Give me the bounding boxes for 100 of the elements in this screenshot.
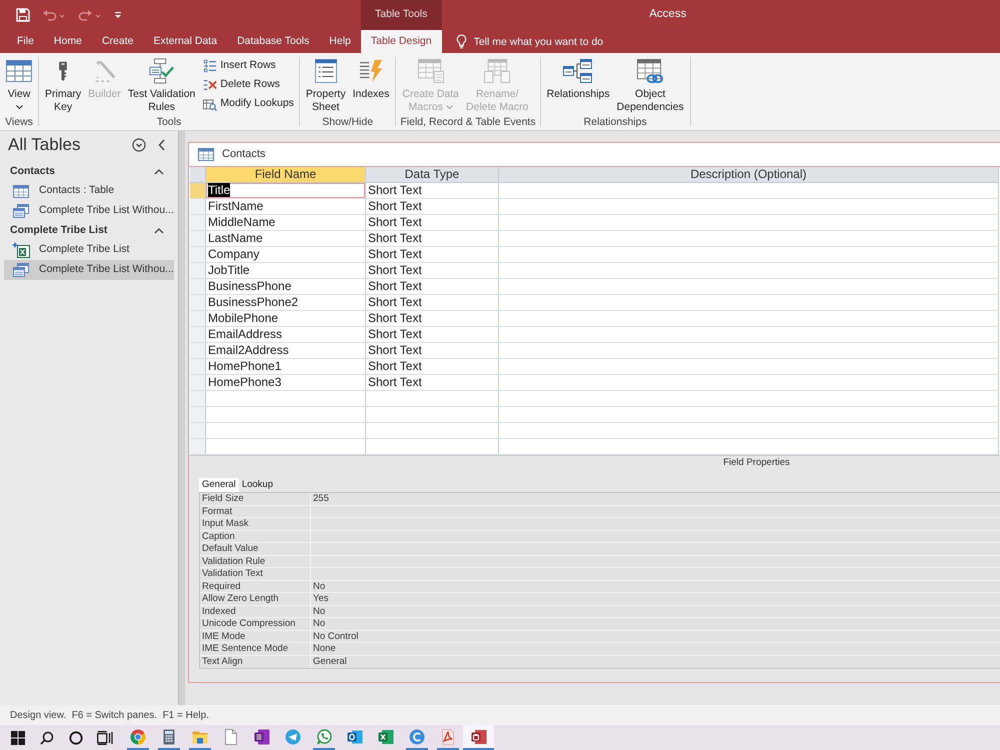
nav-item[interactable]: Complete Tribe List (4, 240, 174, 260)
row-selector[interactable] (190, 327, 206, 342)
property-field[interactable]: General (311, 656, 1000, 668)
row-selector[interactable] (190, 407, 206, 422)
row-selector[interactable] (190, 183, 206, 198)
nav-item[interactable]: Contacts : Table (4, 181, 174, 201)
row-selector[interactable] (190, 311, 206, 326)
nav-title: All Tables (8, 134, 80, 156)
taskbar-button[interactable] (463, 725, 494, 750)
row-selector[interactable] (190, 263, 206, 278)
property-field[interactable]: No Control (311, 630, 1000, 642)
table-cell: Short Text (366, 215, 499, 230)
task-view-icon[interactable] (96, 730, 112, 744)
nav-group-header[interactable]: Complete Tribe List (0, 221, 178, 240)
table-cell: Title (206, 183, 366, 198)
start-icon[interactable] (10, 730, 24, 744)
table-cell: Short Text (366, 343, 499, 358)
linked-spreadsheet-icon (12, 242, 30, 258)
nav-item[interactable]: Complete Tribe List Withou... (4, 260, 174, 280)
dropdown-caret-icon[interactable] (114, 11, 122, 19)
save-icon[interactable] (16, 8, 30, 22)
ring-icon[interactable] (68, 730, 82, 744)
ribbon-tab[interactable]: External Data (143, 30, 228, 53)
mail-icon (346, 728, 362, 744)
row-selector[interactable] (190, 231, 206, 246)
ribbon-button[interactable]: Indexes (350, 56, 392, 114)
pane-splitter[interactable] (178, 131, 185, 705)
table-cell: EmailAddress (206, 327, 366, 342)
ribbon-button[interactable]: Object Dependencies (614, 56, 687, 114)
property-field[interactable]: None (311, 643, 1000, 654)
ribbon-tab[interactable]: Table Design (360, 30, 442, 53)
row-selector[interactable] (190, 199, 206, 214)
table-icon (13, 184, 29, 198)
property-field[interactable]: 255 (311, 493, 1000, 504)
delete-rows-icon (203, 78, 218, 92)
table-cell: Email2Address (206, 343, 366, 358)
pdf-document-icon (440, 728, 456, 744)
property-name: Validation Rule (200, 556, 311, 567)
column-header: Data Type (366, 167, 499, 182)
property-field[interactable]: Yes (311, 593, 1000, 604)
tell-me-field[interactable]: Tell me what you want to do (474, 32, 694, 50)
column-header: Field Name (206, 167, 366, 182)
property-name: Validation Text (200, 568, 311, 580)
ribbon-button[interactable]: Modify Lookups (201, 94, 296, 113)
row-selector[interactable] (190, 279, 206, 294)
row-selector[interactable] (190, 295, 206, 310)
ribbon-button[interactable]: Insert Rows (201, 56, 296, 75)
nav-group-header[interactable]: Contacts (0, 162, 178, 181)
row-selector[interactable] (190, 247, 206, 262)
row-selector[interactable] (190, 423, 206, 438)
table-search-icon (203, 96, 218, 110)
ribbon-tab[interactable]: File (7, 30, 44, 53)
table-document-icon (418, 59, 444, 83)
table-cell: HomePhone1 (206, 359, 366, 374)
ribbon-button[interactable]: Test Validation Rules (124, 56, 198, 114)
table-cell: Short Text (366, 247, 499, 262)
properties-tab[interactable]: General (199, 478, 239, 492)
table-grid-icon (6, 60, 32, 82)
property-name: Format (200, 506, 311, 517)
ribbon-button[interactable]: Primary Key (42, 56, 84, 114)
ribbon-tab[interactable]: Help (319, 30, 361, 53)
property-name: Input Mask (200, 518, 311, 530)
table-cell: BusinessPhone (206, 279, 366, 294)
ribbon-button[interactable]: Property Sheet (302, 56, 349, 114)
ribbon-button[interactable]: Delete Rows (201, 75, 296, 94)
row-selector[interactable] (190, 375, 206, 390)
row-selector[interactable] (190, 391, 206, 406)
group-label: Relationships (584, 116, 647, 129)
property-name: Indexed (200, 606, 311, 617)
row-selector[interactable] (190, 215, 206, 230)
property-name: Caption (200, 530, 311, 542)
query-icon (13, 204, 29, 218)
property-name: IME Mode (200, 630, 311, 642)
row-selector[interactable] (190, 439, 206, 454)
property-name: Text Align (200, 656, 311, 668)
table-cell: Short Text (366, 183, 499, 198)
nav-item[interactable]: Complete Tribe List Withou... (4, 201, 174, 221)
property-field[interactable]: No (311, 580, 1000, 592)
calculator-icon (160, 728, 176, 744)
row-selector[interactable] (190, 343, 206, 358)
table-cell: Short Text (366, 263, 499, 278)
search-icon[interactable] (40, 730, 54, 744)
ribbon-tab[interactable]: Create (92, 30, 144, 53)
lightbulb-icon (456, 34, 467, 49)
insert-rows-icon (203, 58, 218, 72)
ribbon-button[interactable]: View (3, 56, 35, 114)
ribbon-button[interactable]: Relationships (544, 56, 613, 114)
row-selector[interactable] (190, 359, 206, 374)
property-field[interactable]: No (311, 618, 1000, 630)
collapse-chevron-icon[interactable] (158, 139, 166, 151)
flowchart-check-icon (148, 58, 175, 84)
dropdown-circle-icon[interactable] (132, 138, 146, 152)
property-field[interactable]: No (311, 606, 1000, 617)
table-cell: LastName (206, 231, 366, 246)
table-cell: Short Text (366, 311, 499, 326)
document-tab[interactable]: Contacts (198, 143, 266, 166)
ribbon-tab[interactable]: Home (44, 30, 92, 53)
context-group-label: Table Tools (375, 7, 428, 22)
ribbon-tab[interactable]: Database Tools (227, 30, 320, 53)
status-text: Design view. F6 = Switch panes. F1 = Help. (10, 708, 209, 722)
